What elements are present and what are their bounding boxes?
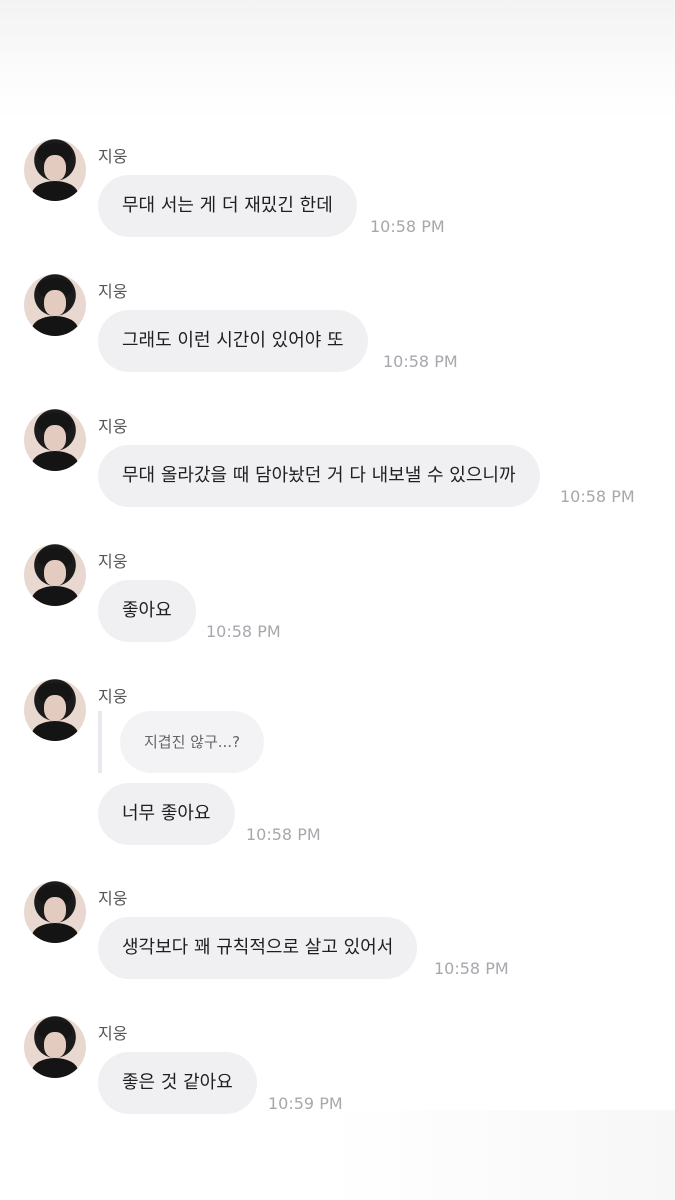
- avatar[interactable]: [24, 139, 86, 201]
- avatar[interactable]: [24, 274, 86, 336]
- message-bubble[interactable]: 무대 올라갔을 때 담아놨던 거 다 내보낼 수 있으니까: [98, 445, 540, 507]
- sender-name: 지웅: [98, 147, 128, 166]
- message-time: 10:58 PM: [560, 487, 635, 506]
- message-time: 10:58 PM: [206, 622, 281, 641]
- avatar[interactable]: [24, 1016, 86, 1078]
- message-row: 지웅 무대 서는 게 더 재밌긴 한데 10:58 PM: [0, 139, 675, 249]
- message-bubble[interactable]: 무대 서는 게 더 재밌긴 한데: [98, 175, 357, 237]
- reply-preview[interactable]: 지겹진 않구...?: [0, 693, 675, 793]
- message-bubble[interactable]: 생각보다 꽤 규칙적으로 살고 있어서: [98, 917, 418, 979]
- message-row: 지웅 지겹진 않구...? 너무 좋아요 10:58 PM: [0, 679, 675, 849]
- sender-name: 지웅: [98, 552, 128, 571]
- avatar[interactable]: [24, 409, 86, 471]
- sender-name: 지웅: [98, 1024, 128, 1043]
- message-time: 10:58 PM: [370, 217, 445, 236]
- sender-name: 지웅: [98, 282, 128, 301]
- bottom-fade: [330, 1110, 675, 1200]
- message-bubble[interactable]: 그래도 이런 시간이 있어야 또: [98, 310, 368, 372]
- avatar[interactable]: [24, 881, 86, 943]
- reply-quote: 지겹진 않구...?: [120, 711, 265, 773]
- message-row: 지웅 생각보다 꽤 규칙적으로 살고 있어서 10:58 PM: [0, 881, 675, 991]
- message-row: 지웅 그래도 이런 시간이 있어야 또 10:58 PM: [0, 274, 675, 384]
- message-bubble[interactable]: 좋은 것 같아요: [98, 1052, 257, 1114]
- message-time: 10:58 PM: [383, 352, 458, 371]
- message-bubble[interactable]: 너무 좋아요: [98, 783, 235, 845]
- message-time: 10:58 PM: [246, 825, 321, 844]
- sender-name: 지웅: [98, 889, 128, 908]
- avatar[interactable]: [24, 544, 86, 606]
- reply-bar: [98, 711, 102, 773]
- chat-thread[interactable]: 지웅 무대 서는 게 더 재밌긴 한데 10:58 PM 지웅 그래도 이런 시…: [0, 0, 675, 1200]
- message-bubble[interactable]: 좋아요: [98, 580, 196, 642]
- sender-name: 지웅: [98, 417, 128, 436]
- message-time: 10:58 PM: [434, 959, 509, 978]
- message-row: 지웅 좋아요 10:58 PM: [0, 544, 675, 654]
- message-row: 지웅 무대 올라갔을 때 담아놨던 거 다 내보낼 수 있으니까 10:58 P…: [0, 409, 675, 519]
